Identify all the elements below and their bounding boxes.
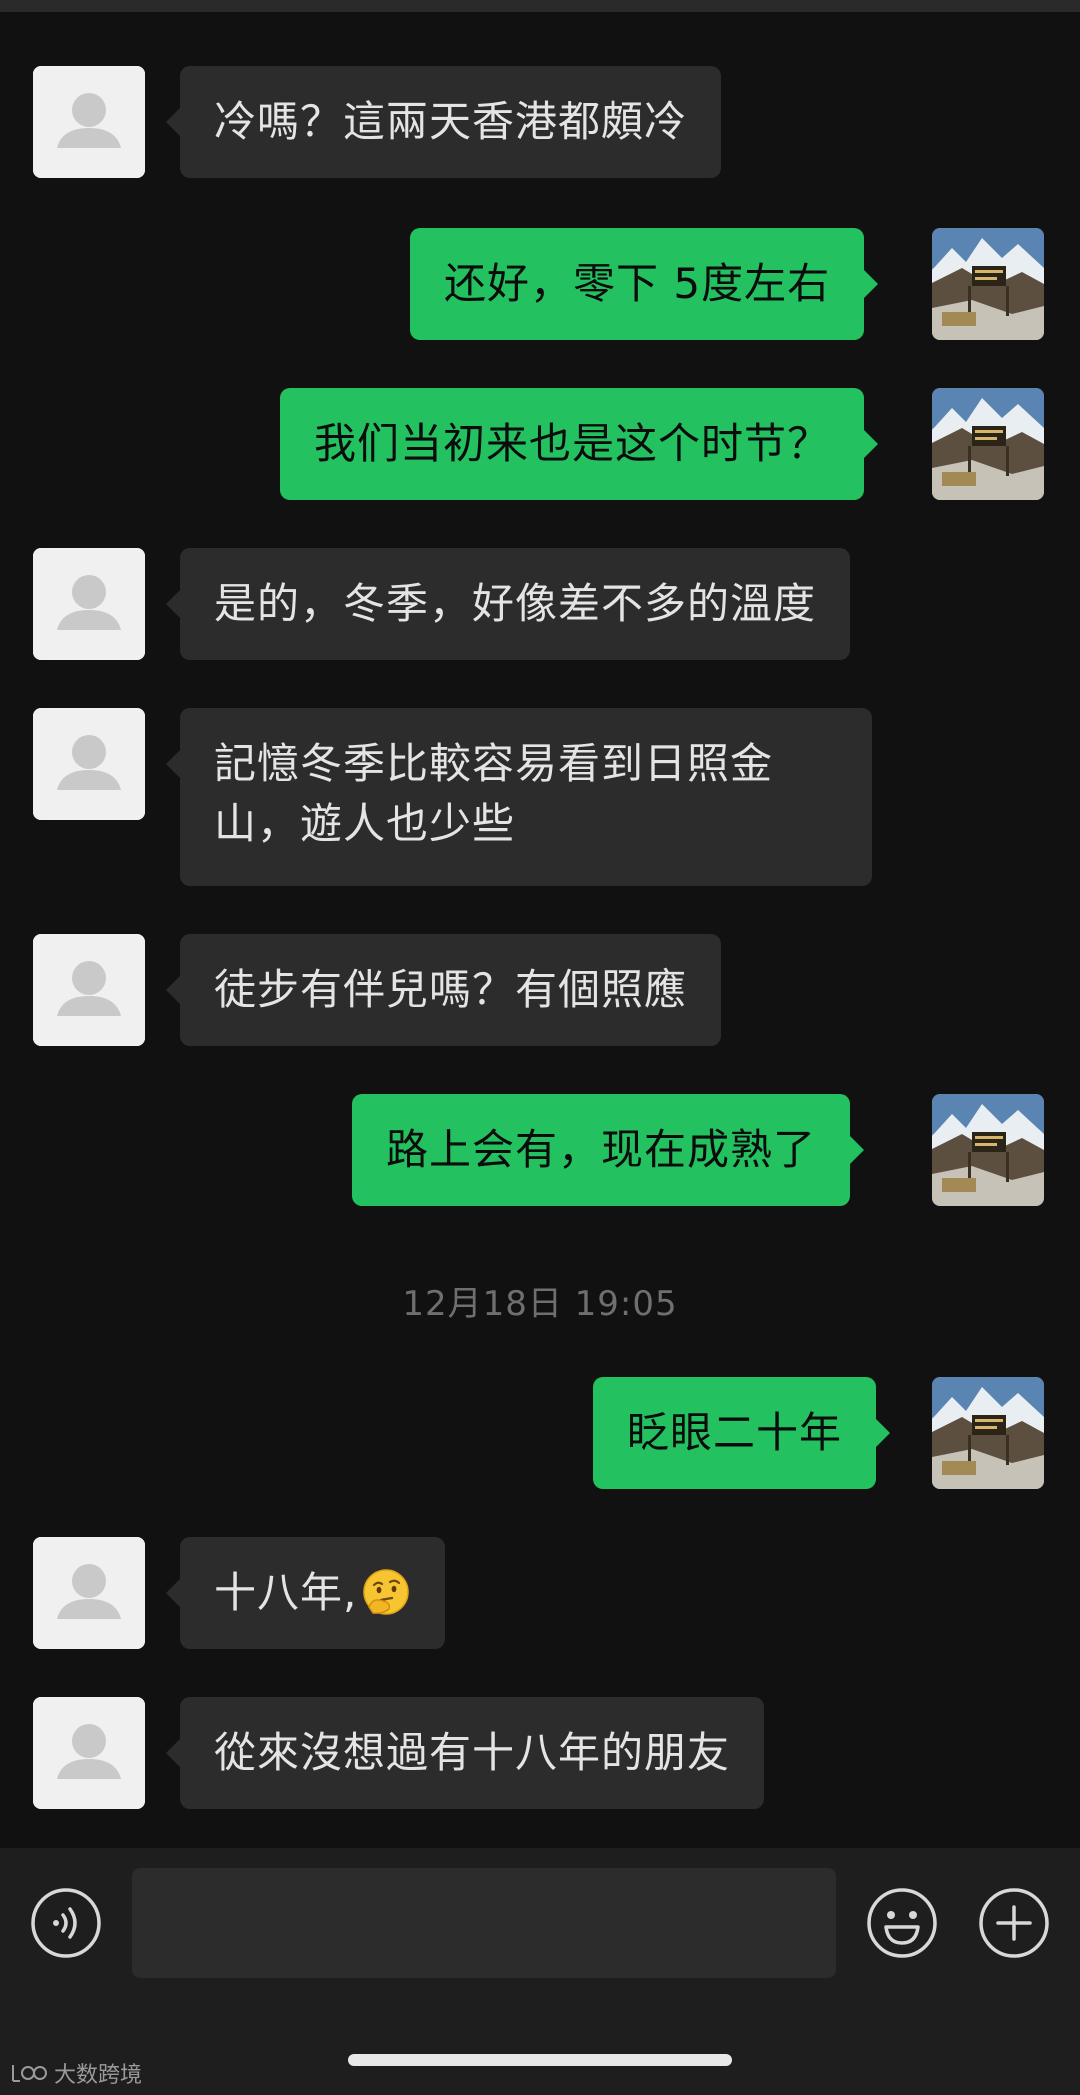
home-indicator[interactable] bbox=[348, 2054, 732, 2066]
my-avatar[interactable] bbox=[932, 388, 1044, 500]
outgoing-message-bubble[interactable]: 我们当初来也是这个时节？ bbox=[280, 388, 879, 500]
incoming-message-bubble[interactable]: 冷嗎？這兩天香港都頗冷 bbox=[165, 66, 722, 178]
incoming-message-bubble[interactable]: 十八年, bbox=[165, 1537, 446, 1649]
default-user-icon bbox=[33, 548, 145, 660]
plus-icon bbox=[979, 1888, 1049, 1958]
more-options-button[interactable] bbox=[978, 1887, 1050, 1959]
my-avatar[interactable] bbox=[932, 1377, 1044, 1489]
default-user-icon bbox=[33, 934, 145, 1046]
watermark-text: 大数跨境 bbox=[54, 2063, 143, 2088]
incoming-message-bubble[interactable]: 是的，冬季，好像差不多的溫度 bbox=[165, 548, 851, 660]
my-avatar[interactable] bbox=[932, 228, 1044, 340]
outgoing-message-bubble[interactable]: 眨眼二十年 bbox=[593, 1377, 891, 1489]
watermark: 大数跨境 bbox=[10, 2058, 142, 2088]
outgoing-message-bubble[interactable]: 路上会有，现在成熟了 bbox=[352, 1094, 865, 1206]
my-avatar[interactable] bbox=[932, 1094, 1044, 1206]
contact-avatar[interactable] bbox=[33, 66, 145, 178]
incoming-message-bubble[interactable]: 記憶冬季比較容易看到日照金 山，遊人也少些 bbox=[166, 708, 872, 886]
voice-button[interactable] bbox=[30, 1887, 102, 1959]
mountain-photo-avatar bbox=[932, 228, 1044, 340]
smiley-icon bbox=[867, 1888, 937, 1958]
thinking-face-emoji bbox=[363, 1569, 410, 1615]
default-user-icon bbox=[33, 1697, 145, 1809]
default-user-icon bbox=[33, 66, 145, 178]
default-user-icon bbox=[33, 1537, 145, 1649]
watermark-logo-icon bbox=[12, 2065, 47, 2082]
mountain-photo-avatar bbox=[932, 388, 1044, 500]
contact-avatar[interactable] bbox=[33, 1697, 145, 1809]
contact-avatar[interactable] bbox=[33, 708, 145, 820]
mountain-photo-avatar bbox=[932, 1377, 1044, 1489]
emoji-button[interactable] bbox=[866, 1887, 938, 1959]
chat-timestamp: 12月18日 19:05 bbox=[402, 1284, 678, 1324]
incoming-message-bubble[interactable]: 徒步有伴兒嗎？有個照應 bbox=[165, 934, 722, 1046]
message-text: 十八年, bbox=[214, 1568, 358, 1617]
contact-avatar[interactable] bbox=[33, 1537, 145, 1649]
voice-icon bbox=[31, 1888, 101, 1958]
incoming-message-bubble[interactable]: 從來沒想過有十八年的朋友 bbox=[165, 1697, 765, 1809]
contact-avatar[interactable] bbox=[33, 934, 145, 1046]
outgoing-message-bubble[interactable]: 还好，零下 5度左右 bbox=[410, 228, 879, 340]
default-user-icon bbox=[33, 708, 145, 820]
mountain-photo-avatar bbox=[932, 1094, 1044, 1206]
status-bar-strip bbox=[0, 0, 1080, 12]
contact-avatar[interactable] bbox=[33, 548, 145, 660]
message-input[interactable] bbox=[132, 1868, 836, 1978]
